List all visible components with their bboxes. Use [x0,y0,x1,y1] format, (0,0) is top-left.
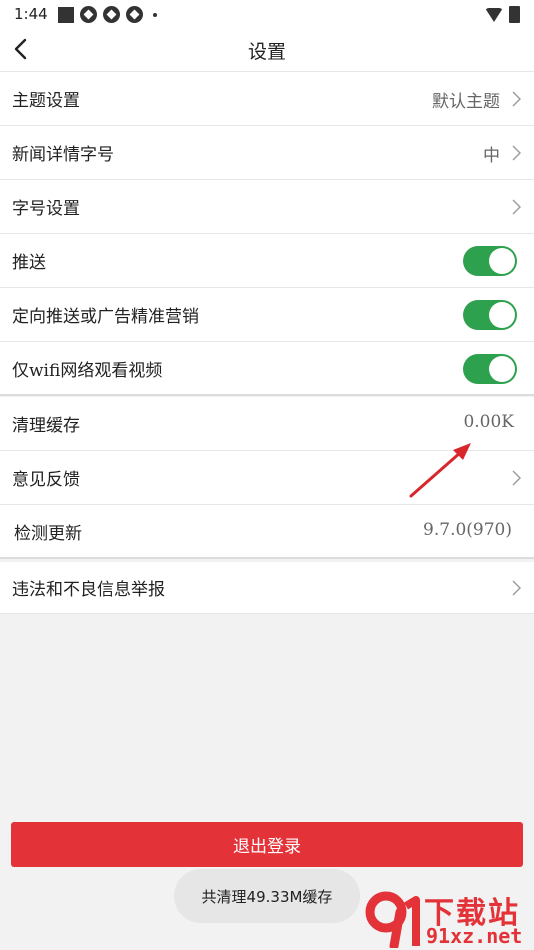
status-time: 1:44 [14,5,48,23]
font-settings-row[interactable]: 字号设置 [0,180,534,234]
toast-message: 共清理49.33M缓存 [174,869,360,923]
logout-button[interactable]: 退出登录 [11,822,523,867]
clear-cache-label: 清理缓存 [12,416,80,436]
battery-icon [509,6,520,23]
chevron-right-icon [512,91,521,107]
toggle-knob [489,356,515,382]
targeted-ads-row: 定向推送或广告精准营销 [0,288,534,342]
theme-setting-label: 主题设置 [12,91,80,111]
page-title: 设置 [247,41,286,63]
watermark-logo-icon [365,891,420,948]
wifi-only-video-label: 仅wifi网络观看视频 [12,361,163,381]
theme-setting-row[interactable]: 主题设置 默认主题 [0,72,534,126]
wifi-only-video-row: 仅wifi网络观看视频 [0,342,534,396]
app-notification-icon [103,6,120,23]
status-bar: 1:44 [0,0,534,28]
font-settings-label: 字号设置 [12,199,80,219]
chevron-right-icon [512,145,521,161]
wifi-only-video-toggle[interactable] [463,354,517,384]
check-update-label: 检测更新 [14,524,82,544]
settings-group-report: 违法和不良信息举报 [0,562,534,614]
settings-group-main: 主题设置 默认主题 新闻详情字号 中 字号设置 推送 定向推送或广告精准营销 仅… [0,72,534,396]
targeted-ads-label: 定向推送或广告精准营销 [12,307,199,327]
status-notification-icons [58,6,157,23]
toggle-knob [489,302,515,328]
chevron-right-icon [512,199,521,215]
news-font-size-row[interactable]: 新闻详情字号 中 [0,126,534,180]
news-font-size-label: 新闻详情字号 [12,145,114,165]
app-version-value: 9.7.0(970) [423,520,512,540]
report-label: 违法和不良信息举报 [12,580,165,600]
news-font-size-value: 中 [483,146,500,166]
targeted-ads-toggle[interactable] [463,300,517,330]
app-notification-icon [80,6,97,23]
push-label: 推送 [12,253,46,273]
report-row[interactable]: 违法和不良信息举报 [0,562,534,614]
app-notification-icon [126,6,143,23]
push-row: 推送 [0,234,534,288]
app-notification-icon [58,6,74,23]
watermark: 下载站 91xz.net [364,890,534,950]
check-update-row[interactable]: 检测更新 9.7.0(970) [0,505,534,559]
more-notifications-icon [153,12,157,17]
feedback-label: 意见反馈 [12,470,80,490]
watermark-url: 91xz.net [426,924,523,948]
theme-setting-value: 默认主题 [432,92,500,112]
cache-size-value: 0.00K [463,412,514,432]
toggle-knob [489,248,515,274]
chevron-right-icon [512,580,521,596]
chevron-right-icon [512,470,521,486]
nav-bar: 设置 [0,28,534,72]
annotation-arrow-icon [409,443,471,498]
status-system-icons [485,6,520,23]
wifi-icon [485,7,503,22]
push-toggle[interactable] [463,246,517,276]
